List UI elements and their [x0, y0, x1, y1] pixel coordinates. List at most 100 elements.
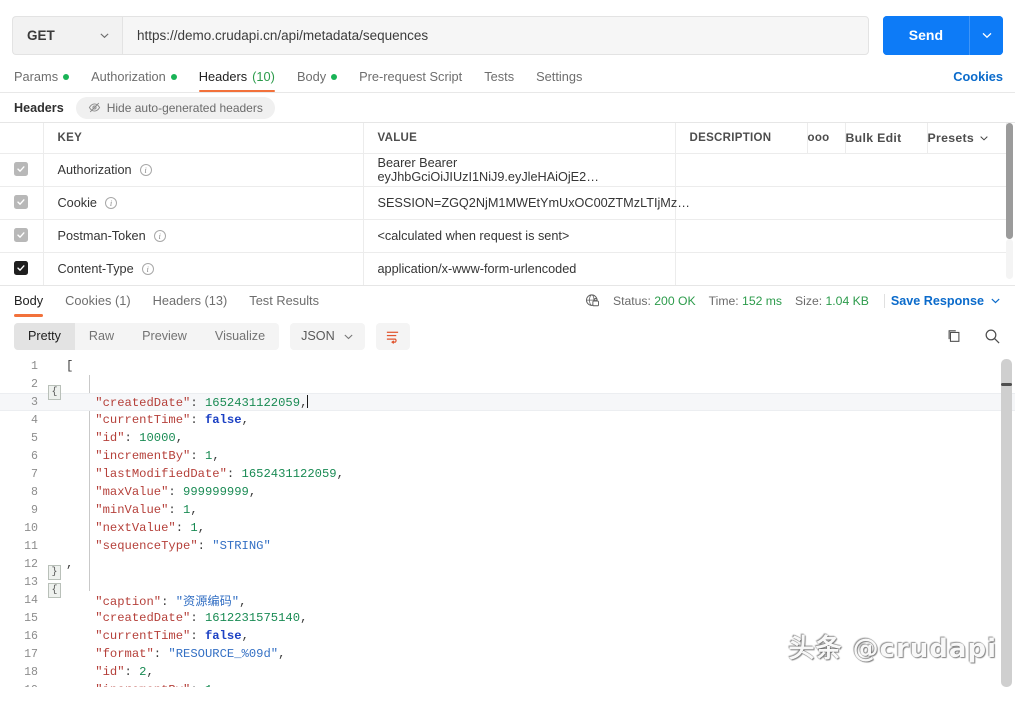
- line-number: 4: [31, 413, 38, 427]
- request-tab-pre-request-script[interactable]: Pre-request Script: [348, 69, 473, 92]
- row-description-cell[interactable]: [675, 252, 1006, 285]
- row-value-cell[interactable]: Bearer Bearer eyJhbGciOiJIUzI1NiJ9.eyJle…: [363, 153, 676, 187]
- response-scrollbar-track[interactable]: [1001, 359, 1012, 687]
- request-tab-headers[interactable]: Headers (10): [188, 69, 286, 92]
- table-row[interactable]: Cookie i SESSION=ZGQ2NjM1MWEtYmUxOC00ZTMzL…: [0, 186, 1006, 220]
- wrap-lines-button[interactable]: [375, 322, 410, 350]
- column-description: DESCRIPTION: [675, 123, 808, 154]
- response-tab-headers-13-[interactable]: Headers (13): [142, 286, 239, 316]
- response-scrollbar-thumb[interactable]: [1001, 383, 1012, 386]
- info-icon[interactable]: i: [153, 229, 166, 242]
- copy-icon[interactable]: [946, 328, 962, 344]
- row-checkbox[interactable]: [14, 261, 28, 275]
- request-tab-tests[interactable]: Tests: [473, 69, 525, 92]
- info-icon[interactable]: i: [139, 163, 152, 176]
- response-tab-test-results[interactable]: Test Results: [238, 286, 330, 316]
- chevron-down-icon: [344, 334, 353, 339]
- info-icon[interactable]: i: [141, 262, 154, 275]
- cookies-link[interactable]: Cookies: [953, 69, 1003, 92]
- http-method-select[interactable]: GET: [12, 15, 122, 55]
- code-text: "format": "RESOURCE_%09d",: [66, 647, 286, 661]
- request-tab-settings[interactable]: Settings: [525, 69, 593, 92]
- line-number: 6: [31, 449, 38, 463]
- code-line: 16 "currentTime": false,: [0, 627, 1015, 645]
- send-button[interactable]: Send: [882, 15, 969, 55]
- row-value-cell[interactable]: <calculated when request is sent>: [363, 219, 676, 253]
- row-key-cell[interactable]: Authorization i: [43, 153, 364, 187]
- wrap-lines-icon: [387, 331, 399, 344]
- request-tab-label: Headers: [198, 69, 248, 84]
- send-options-button[interactable]: [969, 15, 1003, 55]
- response-body-viewer[interactable]: 1[2{3 "createdDate": 1652431122059, 4 "cu…: [0, 357, 1015, 687]
- line-number: 3: [31, 395, 38, 409]
- table-row[interactable]: Postman-Token i <calculated when request i…: [0, 219, 1006, 253]
- column-value: VALUE: [363, 123, 676, 154]
- view-mode-preview[interactable]: Preview: [128, 323, 201, 350]
- header-value: application/x-www-form-urlencoded: [377, 261, 577, 276]
- row-value-cell[interactable]: SESSION=ZGQ2NjM1MWEtYmUxOC00ZTMzLTIjMz…: [363, 186, 690, 220]
- save-response-label: Save Response: [890, 293, 984, 308]
- info-icon[interactable]: i: [105, 196, 117, 209]
- fold-close-brace-icon[interactable]: }: [48, 565, 61, 580]
- row-description-cell[interactable]: [675, 153, 1006, 187]
- request-tab-params[interactable]: Params: [12, 69, 80, 92]
- request-tab-authorization[interactable]: Authorization: [80, 69, 188, 92]
- chevron-down-icon: [991, 298, 1000, 304]
- request-tab-label: Body: [296, 69, 327, 84]
- code-line: 18 "id": 2,: [0, 663, 1015, 681]
- headers-scrollbar-track[interactable]: [1006, 239, 1013, 279]
- hide-auto-generated-headers-button[interactable]: Hide auto-generated headers: [75, 96, 275, 119]
- response-format-label: JSON: [301, 329, 335, 343]
- fold-open-brace-icon[interactable]: {: [48, 385, 61, 400]
- row-checkbox-cell[interactable]: [0, 153, 44, 187]
- row-key-cell[interactable]: Content-Type i: [43, 252, 364, 285]
- code-text: [: [66, 359, 74, 373]
- check-icon: [17, 232, 25, 238]
- line-number: 11: [24, 539, 38, 553]
- headers-scrollbar-thumb[interactable]: [1006, 123, 1013, 239]
- column-options-button[interactable]: ooo: [807, 123, 846, 154]
- row-checkbox[interactable]: [14, 162, 28, 176]
- row-checkbox-cell[interactable]: [0, 219, 44, 253]
- check-icon: [17, 166, 25, 172]
- search-icon[interactable]: [984, 328, 1001, 345]
- size-value: 1.04 KB: [825, 293, 869, 308]
- header-key: Cookie: [57, 195, 98, 210]
- row-key-cell[interactable]: Postman-Token i: [43, 219, 364, 253]
- row-checkbox[interactable]: [14, 228, 28, 242]
- header-key: Content-Type: [57, 261, 134, 276]
- bulk-edit-button[interactable]: Bulk Edit: [845, 123, 928, 154]
- headers-table-header-row: KEY VALUE DESCRIPTION ooo Bulk Edit Pres…: [0, 123, 1007, 154]
- row-checkbox[interactable]: [14, 195, 28, 209]
- code-line: 19 "incrementBy": 1: [0, 681, 1015, 687]
- network-lock-icon[interactable]: [585, 293, 600, 308]
- modified-dot-icon: [170, 73, 177, 80]
- size-label: Size:: [795, 293, 823, 308]
- chevron-down-icon: [100, 32, 109, 38]
- view-mode-visualize[interactable]: Visualize: [201, 323, 279, 350]
- row-checkbox-cell[interactable]: [0, 186, 44, 220]
- fold-open-brace-icon[interactable]: {: [48, 583, 61, 598]
- url-input[interactable]: https://demo.crudapi.cn/api/metadata/seq…: [122, 15, 869, 55]
- select-all-column: [0, 123, 44, 154]
- presets-button[interactable]: Presets: [927, 123, 1007, 154]
- table-row[interactable]: Content-Type i application/x-www-form-urle…: [0, 252, 1006, 285]
- response-tab-body[interactable]: Body: [14, 286, 54, 317]
- save-response-button[interactable]: Save Response: [883, 293, 1001, 308]
- code-line: 5 "id": 10000,: [0, 429, 1015, 447]
- response-format-select[interactable]: JSON: [290, 322, 365, 350]
- view-mode-pretty[interactable]: Pretty: [14, 322, 75, 350]
- chevron-down-icon: [980, 136, 988, 141]
- row-description-cell[interactable]: [675, 219, 1006, 253]
- view-mode-raw[interactable]: Raw: [75, 323, 128, 350]
- row-value-cell[interactable]: application/x-www-form-urlencoded: [363, 252, 676, 285]
- code-line: 10 "nextValue": 1,: [0, 519, 1015, 537]
- row-checkbox-cell[interactable]: [0, 252, 44, 285]
- row-key-cell[interactable]: Cookie i: [43, 186, 364, 220]
- row-description-cell[interactable]: [675, 186, 1006, 220]
- time-value: 152 ms: [742, 293, 783, 308]
- request-tab-body[interactable]: Body: [286, 69, 348, 92]
- chevron-down-icon: [982, 32, 991, 39]
- response-tab-cookies-1-[interactable]: Cookies (1): [54, 286, 141, 316]
- table-row[interactable]: Authorization i Bearer Bearer eyJhbGciOiJI…: [0, 153, 1006, 187]
